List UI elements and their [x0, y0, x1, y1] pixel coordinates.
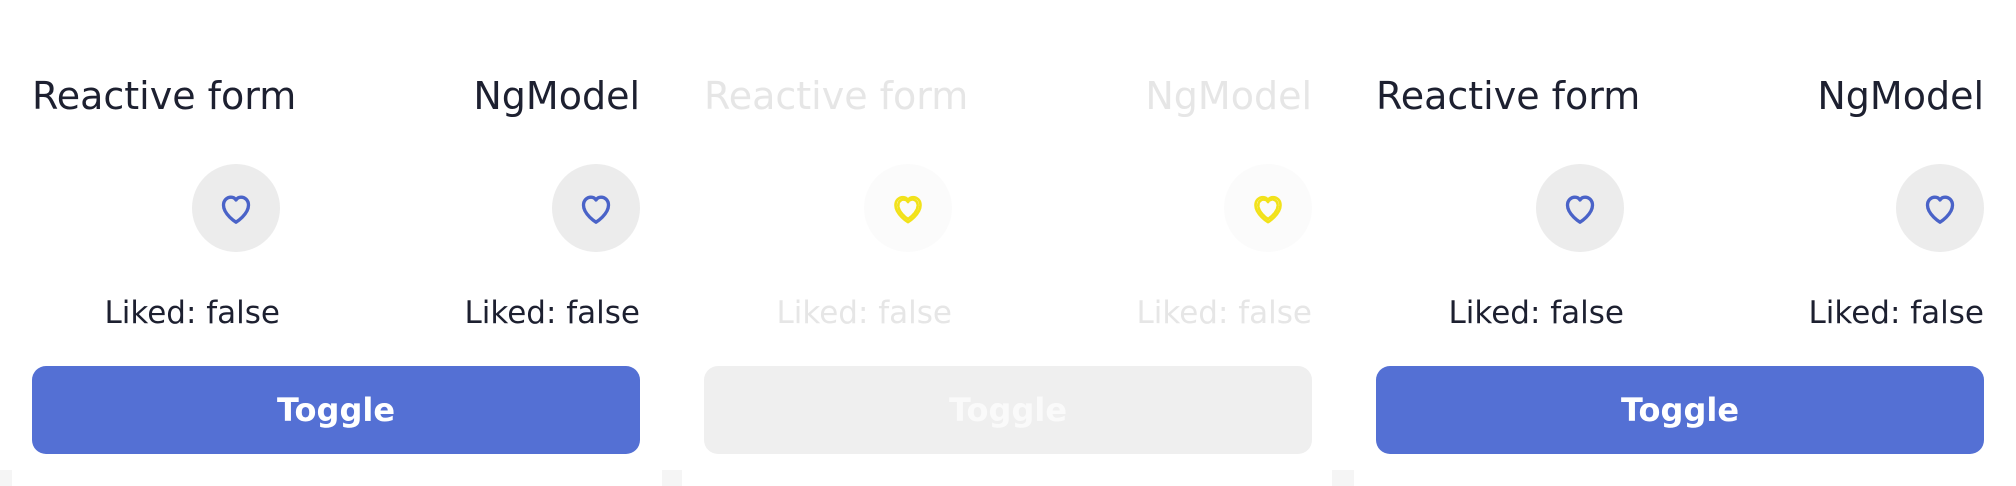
reactive-form-title: Reactive form — [32, 74, 297, 118]
ngmodel-like-button-disabled — [1224, 164, 1312, 252]
ngmodel-like-button[interactable] — [552, 164, 640, 252]
panel-enabled-2: Reactive form NgModel Liked: false Liked… — [1344, 0, 2016, 486]
ngmodel-liked-status: Liked: false — [1136, 295, 1312, 331]
bottom-edge-strip — [0, 470, 2016, 486]
heart-outline-icon — [894, 195, 922, 224]
ngmodel-title: NgModel — [1145, 74, 1312, 118]
reactive-form-liked-status: Liked: false — [1448, 295, 1624, 331]
heart-outline-icon — [221, 195, 251, 224]
toggle-button[interactable]: Toggle — [1376, 366, 1984, 454]
like-demo-panels: Reactive form NgModel Liked: false Liked… — [0, 0, 2016, 486]
ngmodel-liked-status: Liked: false — [1808, 295, 1984, 331]
ngmodel-liked-status: Liked: false — [464, 295, 640, 331]
toggle-button[interactable]: Toggle — [32, 366, 640, 454]
heart-outline-icon — [1565, 195, 1595, 224]
ngmodel-title: NgModel — [1817, 74, 1984, 118]
panel-base — [682, 470, 1332, 486]
panel-base — [1354, 470, 2016, 486]
reactive-form-like-button[interactable] — [192, 164, 280, 252]
reactive-form-title: Reactive form — [704, 74, 969, 118]
toggle-button-disabled: Toggle — [704, 366, 1312, 454]
panel-disabled: Reactive form NgModel Liked: false Liked… — [672, 0, 1344, 486]
ngmodel-title: NgModel — [473, 74, 640, 118]
reactive-form-liked-status: Liked: false — [104, 295, 280, 331]
reactive-form-like-button[interactable] — [1536, 164, 1624, 252]
reactive-form-title: Reactive form — [1376, 74, 1641, 118]
panel-base — [12, 470, 662, 486]
ngmodel-like-button[interactable] — [1896, 164, 1984, 252]
panel-enabled-1: Reactive form NgModel Liked: false Liked… — [0, 0, 672, 486]
heart-outline-icon — [581, 195, 611, 224]
reactive-form-like-button-disabled — [864, 164, 952, 252]
heart-outline-icon — [1254, 195, 1282, 224]
reactive-form-liked-status: Liked: false — [776, 295, 952, 331]
heart-outline-icon — [1925, 195, 1955, 224]
